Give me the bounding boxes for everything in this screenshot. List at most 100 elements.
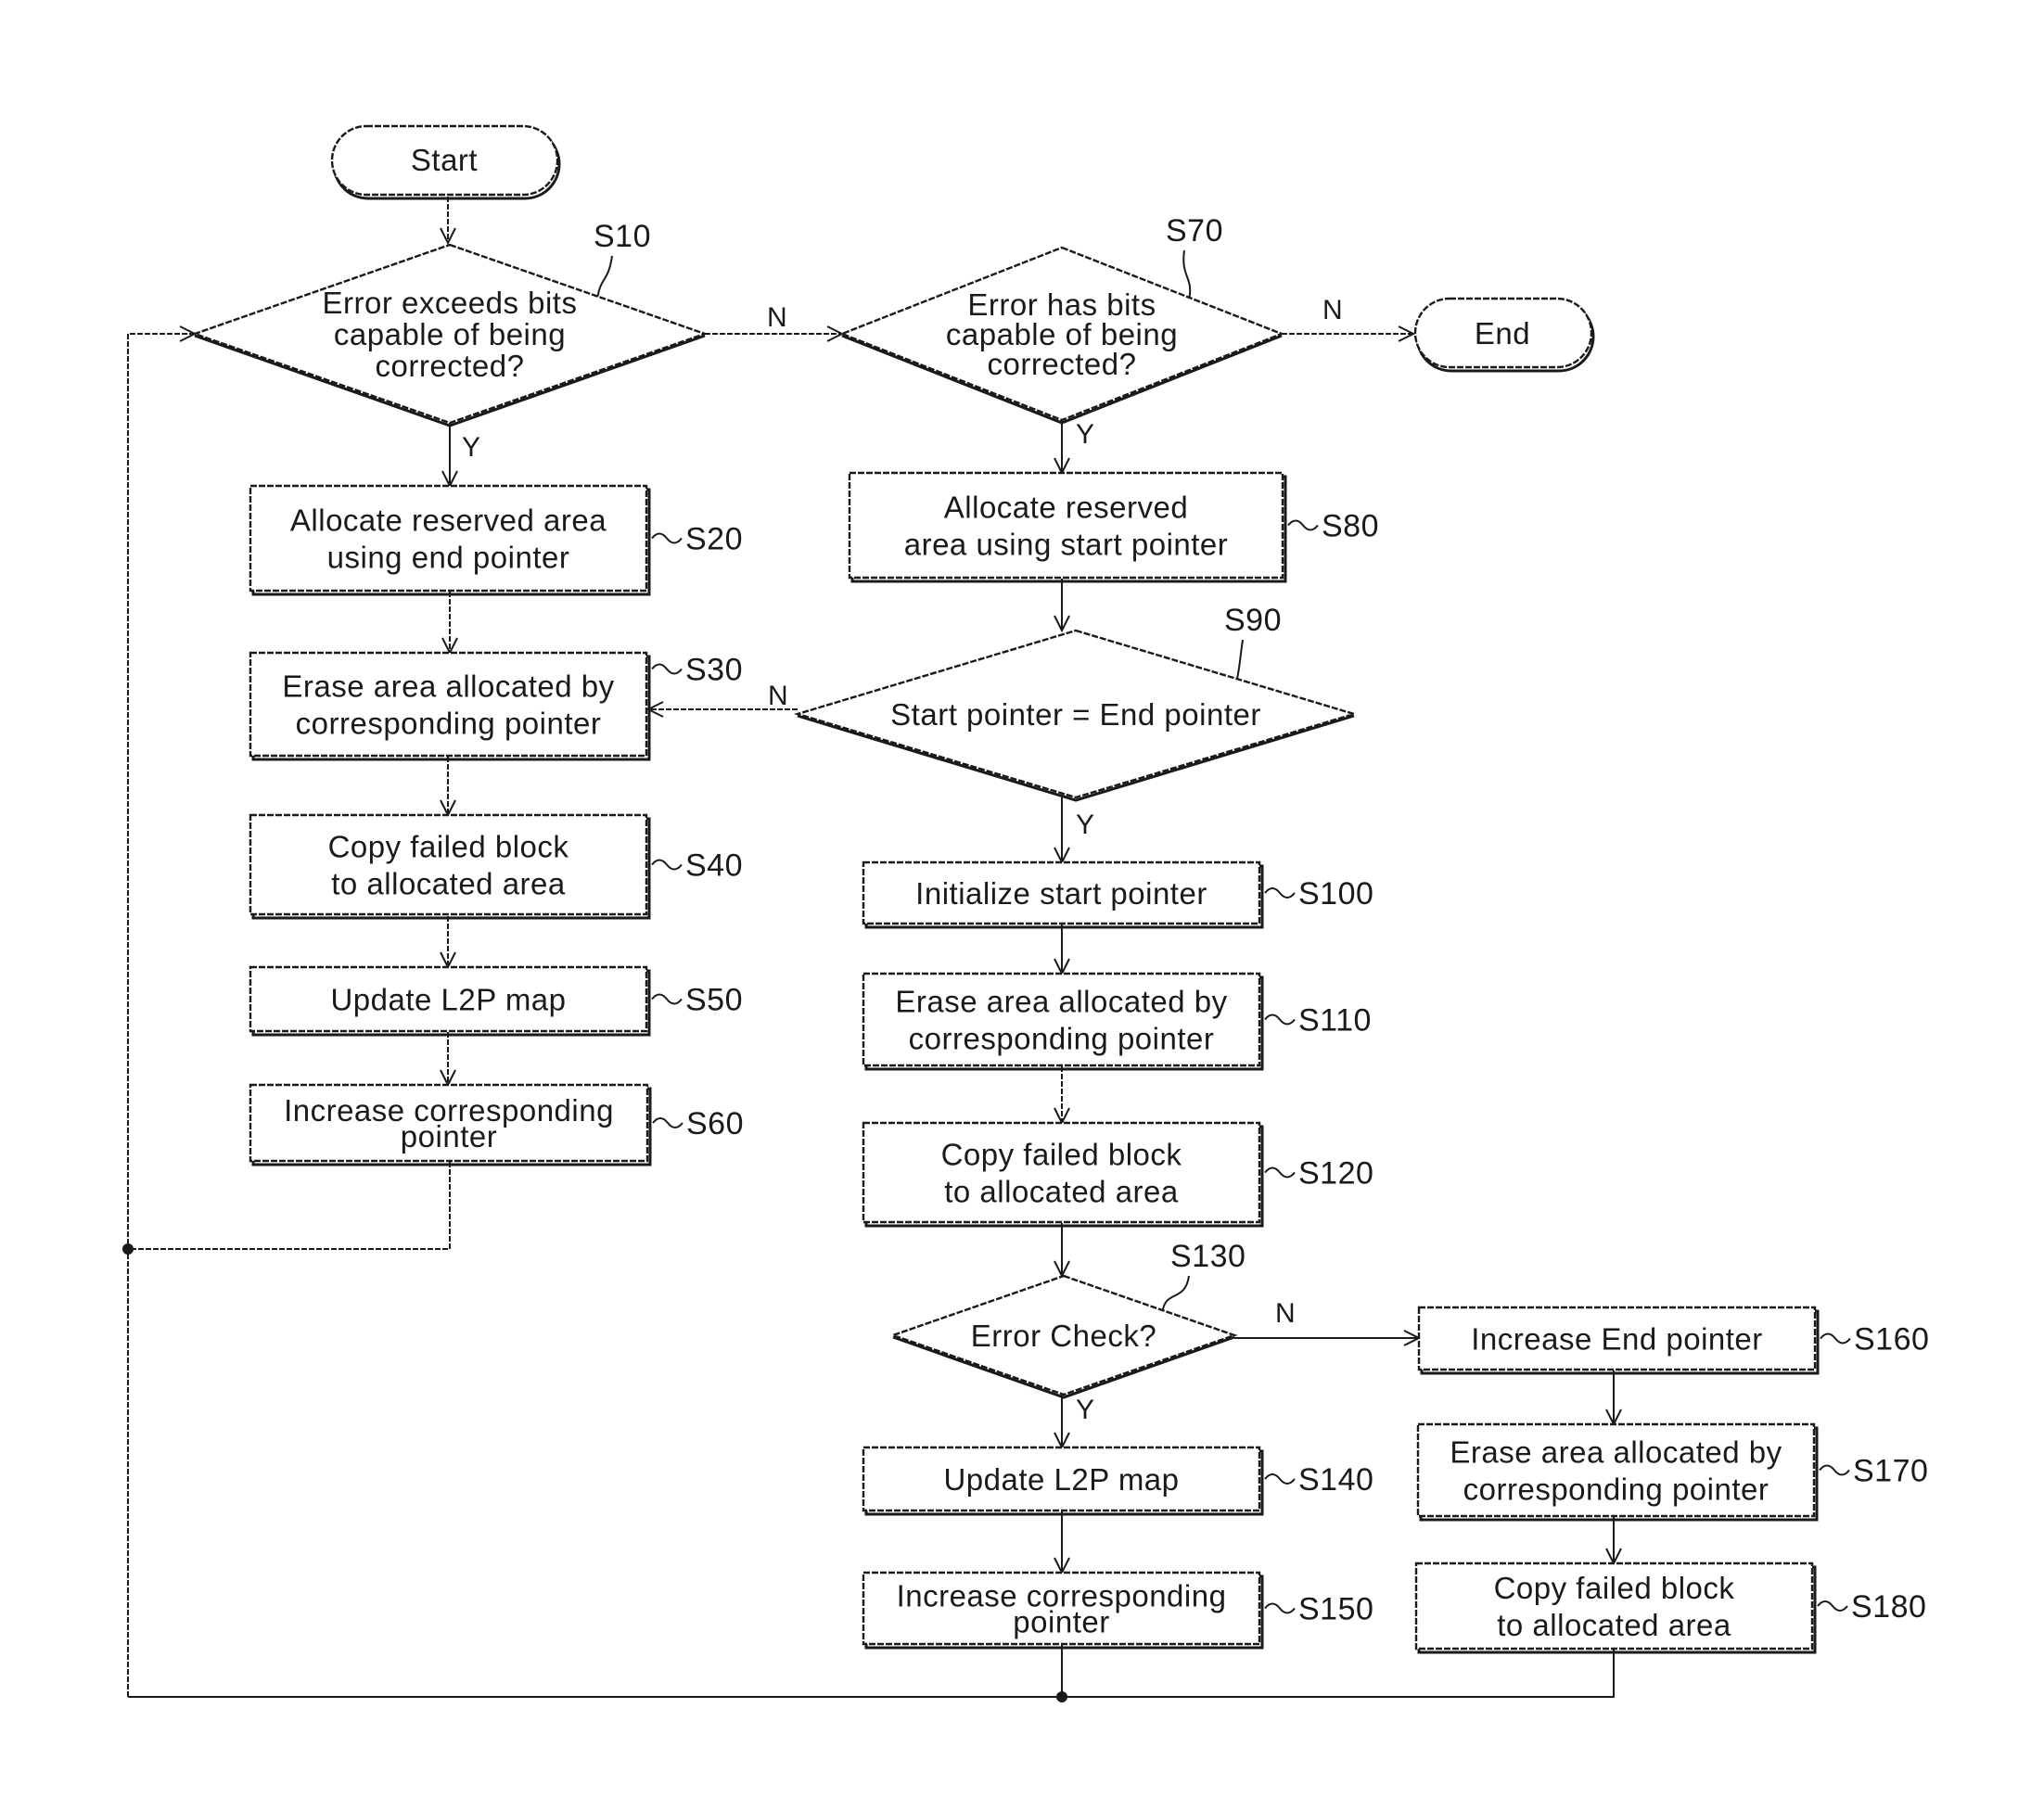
branch-label-s130-yes: Y [1076,1395,1094,1425]
step-text-line: area using start pointer [904,528,1229,562]
step-text-line: pointer [1013,1605,1109,1639]
tilde-leader-icon [1264,1473,1296,1485]
step-id-label: S70 [1166,213,1223,249]
step-s30[interactable]: S30 Erase area allocated bycorresponding … [249,651,743,761]
edge-s180-bottom [128,1650,1615,1698]
step-text-line: corrected? [376,349,525,383]
leader-line [1182,249,1192,299]
step-s10[interactable]: S10 Error exceeds bitscapable of beingcor… [191,219,709,427]
step-s80[interactable]: S80 Allocate reservedarea using start poi… [848,471,1379,583]
step-s70[interactable]: S70Error has bitscapable of beingcorrect… [838,213,1285,425]
step-id-label: S40 [685,848,743,884]
step-text-line: corrected? [988,347,1137,381]
step-id-label: S80 [1322,509,1379,544]
process-box [848,471,1284,580]
junction-dot [122,1243,134,1255]
step-text-line: Erase area allocated by [282,669,614,704]
step-id-label: S120 [1298,1156,1373,1192]
step-s90[interactable]: S90 Start pointer = End pointer [793,603,1359,802]
step-s180[interactable]: S180 Copy failed blockto allocated area [1414,1561,1926,1654]
tilde-leader-icon [1264,887,1296,899]
edge-s60-loop [128,1162,451,1250]
step-id-label: S180 [1851,1589,1926,1625]
flowchart: Y N N Y N Y N Y Start End S10 Error excee… [122,124,1929,1702]
step-text-line: using end pointer [327,541,570,575]
leader-line [1161,1275,1190,1311]
step-text-line: pointer [401,1119,497,1154]
step-text-line: Copy failed block [328,830,569,864]
tilde-leader-icon [1820,1332,1851,1345]
step-text-line: capable of being [334,317,566,351]
tilde-leader-icon [1264,1166,1296,1179]
terminal-end-label: End [1475,316,1530,351]
tilde-leader-icon [1264,1013,1296,1026]
junction-dot-bottom [1056,1691,1067,1702]
step-text-line: Copy failed block [941,1138,1182,1172]
step-id-label: S110 [1298,1003,1372,1039]
step-s140[interactable]: S140 Update L2P map [862,1446,1373,1516]
branch-label-s130-no: N [1275,1298,1296,1329]
step-text-line: corresponding pointer [296,707,602,741]
step-text-line: to allocated area [1497,1608,1731,1642]
terminal-start-label: Start [411,143,478,177]
step-text-line: Allocate reserved area [290,503,607,538]
step-text-line: Start pointer = End pointer [890,697,1261,732]
step-text-line: Increase End pointer [1471,1322,1763,1357]
tilde-leader-icon [651,859,683,871]
tilde-leader-icon [652,1117,683,1128]
step-s50[interactable]: S50 Update L2P map [249,965,743,1037]
branch-label-s10-no: N [767,302,787,333]
step-id-label: S150 [1298,1592,1373,1627]
step-s110[interactable]: S110 Erase area allocated bycorresponding… [862,972,1372,1071]
step-id-label: S60 [686,1106,744,1141]
step-id-label: S10 [594,219,651,254]
branch-label-s70-no: N [1322,295,1343,325]
step-s20[interactable]: S20 Allocate reserved areausing end point… [249,484,743,596]
tilde-leader-icon [1264,1602,1296,1614]
step-id-label: S100 [1298,876,1373,911]
step-text-line: Error exceeds bits [323,286,578,320]
step-id-label: S90 [1224,603,1282,638]
step-text-line: Initialize start pointer [915,876,1207,911]
step-s100[interactable]: S100 Initialize start pointer [862,860,1373,929]
step-s150[interactable]: S150Increase correspondingpointer [862,1571,1373,1650]
step-s120[interactable]: S120 Copy failed blockto allocated area [862,1121,1373,1228]
process-box [249,484,648,593]
step-s170[interactable]: S170 Erase area allocated bycorresponding… [1416,1422,1928,1522]
branch-label-s90-no: N [768,681,788,711]
branch-label-s70-yes: Y [1076,419,1094,450]
step-text-line: to allocated area [331,867,566,901]
terminal-end[interactable]: End [1413,297,1595,373]
step-s60[interactable]: S60Increase correspondingpointer [249,1083,744,1166]
step-text-line: Update L2P map [330,983,566,1017]
step-id-label: S50 [685,983,743,1018]
step-id-label: S140 [1298,1462,1373,1498]
step-text-line: corresponding pointer [1463,1472,1769,1507]
tilde-leader-icon [1817,1600,1848,1612]
step-id-label: S170 [1853,1454,1928,1489]
step-text-line: Update L2P map [943,1462,1179,1497]
step-id-label: S20 [685,522,743,557]
leader-line [596,255,613,297]
tilde-leader-icon [1819,1464,1850,1476]
step-s40[interactable]: S40 Copy failed blockto allocated area [249,813,743,920]
step-text-line: Copy failed block [1494,1571,1735,1605]
step-text-line: Erase area allocated by [895,985,1227,1019]
step-text-line: Erase area allocated by [1450,1435,1782,1470]
step-s130[interactable]: S130 Error Check? [889,1239,1246,1399]
tilde-leader-icon [1287,519,1319,531]
branch-label-s90-yes: Y [1076,809,1094,840]
tilde-leader-icon [651,993,683,1005]
branch-label-s10-yes: Y [462,432,480,463]
step-text-line: corresponding pointer [909,1022,1215,1056]
step-id-label: S130 [1170,1239,1246,1274]
terminal-start[interactable]: Start [330,124,561,200]
edge-loop-s10 [127,334,195,1697]
step-text-line: Error Check? [971,1319,1156,1353]
tilde-leader-icon [651,663,683,675]
tilde-leader-icon [651,532,683,544]
step-text-line: to allocated area [944,1175,1179,1209]
step-text-line: Allocate reserved [944,491,1188,525]
step-s160[interactable]: S160 Increase End pointer [1417,1306,1929,1375]
leader-line [1236,639,1244,680]
